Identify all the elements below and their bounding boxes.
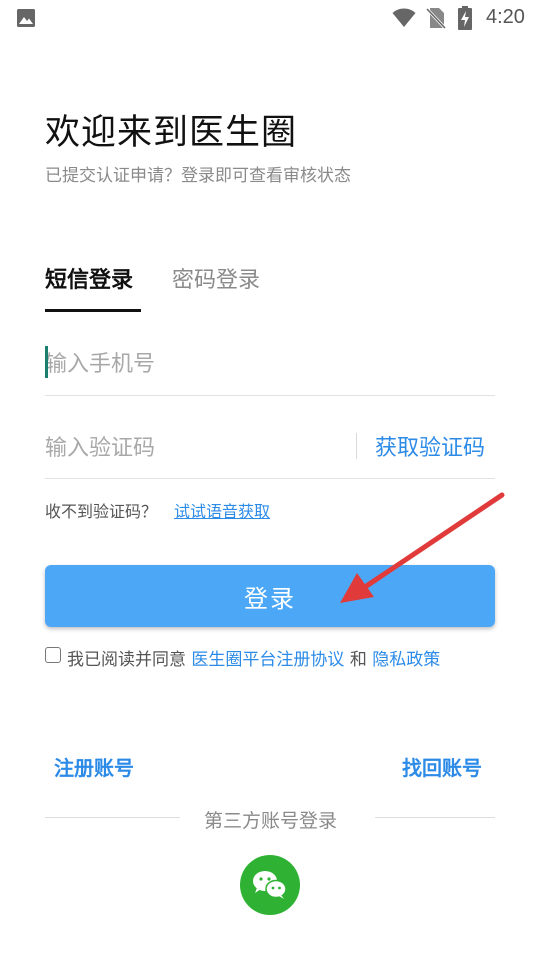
terms-link[interactable]: 医生圈平台注册协议 <box>191 650 344 670</box>
status-bar: 4:20 <box>0 0 540 36</box>
battery-charging-icon <box>458 6 472 30</box>
voice-code-link[interactable]: 试试语音获取 <box>174 498 270 522</box>
code-divider <box>45 478 495 479</box>
no-code-text: 收不到验证码？ <box>45 502 158 521</box>
text-cursor <box>45 346 48 378</box>
privacy-link[interactable]: 隐私政策 <box>372 650 440 670</box>
get-code-button[interactable]: 获取验证码 <box>375 430 485 462</box>
tab-sms-login[interactable]: 短信登录 <box>45 262 133 294</box>
wechat-icon <box>253 871 287 899</box>
agreement-prefix: 我已阅读并同意 <box>67 650 186 670</box>
third-party-line-left <box>45 817 180 818</box>
third-party-label: 第三方账号登录 <box>204 810 338 832</box>
register-link[interactable]: 注册账号 <box>54 752 134 781</box>
tab-password-login[interactable]: 密码登录 <box>172 262 260 294</box>
third-party-line-right <box>375 817 495 818</box>
wifi-icon <box>392 8 416 27</box>
login-button[interactable]: 登录 <box>45 565 495 627</box>
agreement-text: 我已阅读并同意 医生圈平台注册协议 和 隐私政策 <box>67 645 440 670</box>
status-time: 4:20 <box>486 6 525 28</box>
verification-code-input[interactable]: 输入验证码 <box>45 430 155 462</box>
phone-divider <box>45 395 495 396</box>
agreement-and: 和 <box>349 650 367 670</box>
image-icon <box>17 9 35 27</box>
no-sim-icon <box>426 7 446 29</box>
code-separator <box>356 433 357 459</box>
tab-active-indicator <box>45 309 141 312</box>
recover-account-link[interactable]: 找回账号 <box>402 752 482 781</box>
wechat-login-button[interactable] <box>240 855 300 915</box>
page-subtitle: 已提交认证申请？登录即可查看审核状态 <box>45 166 351 186</box>
agreement-checkbox[interactable] <box>45 647 61 663</box>
phone-input[interactable]: 输入手机号 <box>45 346 155 378</box>
page-title: 欢迎来到医生圈 <box>45 113 298 153</box>
